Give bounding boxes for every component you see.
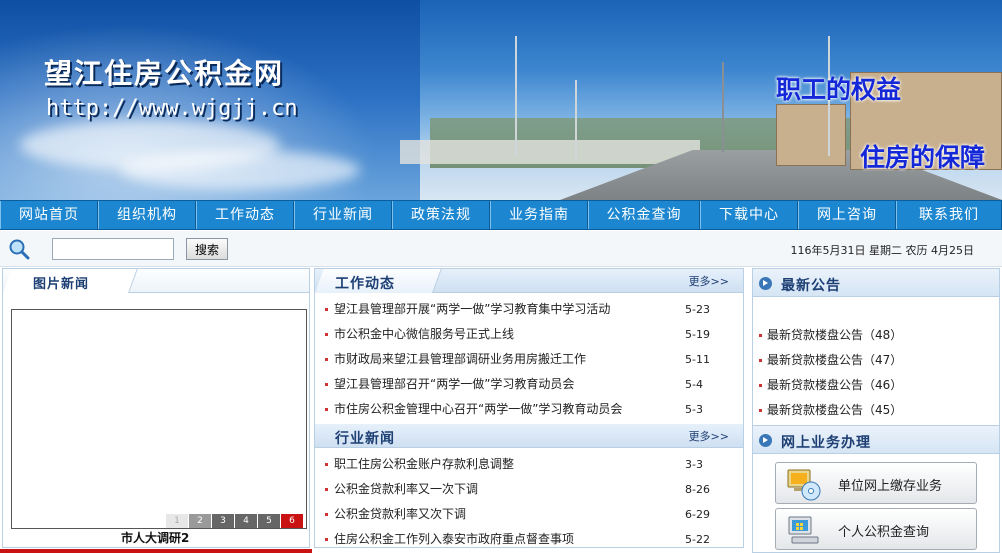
online-service-panel: 网上业务办理 单位网上缴存业务 个人公积金查询: [752, 425, 1000, 553]
news-title: 职工住房公积金账户存款利息调整: [334, 457, 515, 471]
banner-building: [776, 104, 846, 166]
work-news-title: 工作动态: [335, 276, 395, 292]
notice-item[interactable]: 最新贷款楼盘公告（47）: [759, 348, 999, 373]
notice-title: 最新公告: [781, 278, 841, 294]
nav-item-downloads[interactable]: 下载中心: [700, 201, 798, 229]
banner-slogan-2: 住房的保障: [860, 143, 986, 172]
news-item[interactable]: 公积金贷款利率又次下调 6-29: [325, 502, 743, 527]
site-title: 望江住房公积金网: [44, 57, 285, 90]
banner-wall: [400, 140, 700, 164]
personal-query-button[interactable]: 个人公积金查询: [775, 508, 977, 550]
work-news-header: 工作动态 更多>>: [315, 269, 743, 293]
search-button[interactable]: 搜索: [186, 238, 228, 260]
work-news-more-link[interactable]: 更多>>: [689, 273, 729, 289]
nav-item-business-guide[interactable]: 业务指南: [490, 201, 588, 229]
nav-item-work-news[interactable]: 工作动态: [196, 201, 294, 229]
search-bar: 搜索 116年5月31日 星期二 农历 4月25日: [0, 231, 1002, 267]
photo-page-2[interactable]: 2: [189, 514, 211, 528]
search-icon: [9, 239, 30, 260]
news-date: 8-26: [685, 483, 710, 496]
nav-item-online-consult[interactable]: 网上咨询: [798, 201, 896, 229]
photo-page-6[interactable]: 6: [281, 514, 303, 528]
nav-item-policies[interactable]: 政策法规: [392, 201, 490, 229]
banner-slogan-1: 职工的权益: [776, 75, 902, 104]
news-item[interactable]: 公积金贷款利率又一次下调 8-26: [325, 477, 743, 502]
date-display: 116年5月31日 星期二 农历 4月25日: [790, 244, 974, 257]
circle-arrow-icon: [759, 277, 772, 290]
circle-arrow-icon: [759, 434, 772, 447]
notice-list: 最新贷款楼盘公告（48） 最新贷款楼盘公告（47） 最新贷款楼盘公告（46） 最…: [753, 297, 999, 423]
photo-news-title: 图片新闻: [33, 277, 90, 292]
nav-item-organization[interactable]: 组织机构: [98, 201, 196, 229]
notice-item[interactable]: 最新贷款楼盘公告（46）: [759, 373, 999, 398]
news-title: 住房公积金工作列入泰安市政府重点督查事项: [334, 532, 575, 546]
news-title: 市财政局来望江县管理部调研业务用房搬迁工作: [334, 352, 587, 366]
banner-cloud: [120, 150, 360, 190]
computer-icon: [788, 516, 819, 544]
bottom-accent-line: [0, 549, 312, 553]
news-column: 工作动态 更多>> 望江县管理部开展“两学一做”学习教育集中学习活动 5-23 市…: [314, 268, 744, 548]
notice-item[interactable]: 最新贷款楼盘公告（48）: [759, 323, 999, 348]
photo-page-3[interactable]: 3: [212, 514, 234, 528]
photo-pager: 1 2 3 4 5 6: [165, 514, 303, 528]
banner-street-lamp: [575, 80, 577, 160]
unit-deposit-button[interactable]: 单位网上缴存业务: [775, 462, 977, 504]
photo-caption[interactable]: 市人大调研2: [121, 529, 189, 546]
news-item[interactable]: 望江县管理部召开“两学一做”学习教育动员会 5-4: [325, 372, 743, 397]
news-item[interactable]: 市住房公积金管理中心召开“两学一做”学习教育动员会 5-3: [325, 397, 743, 422]
work-news-list: 望江县管理部开展“两学一做”学习教育集中学习活动 5-23 市公积金中心微信服务号…: [315, 293, 743, 422]
photo-page-5[interactable]: 5: [258, 514, 280, 528]
banner-tower: [722, 62, 724, 152]
nav-item-home[interactable]: 网站首页: [0, 201, 98, 229]
photo-page-1[interactable]: 1: [166, 514, 188, 528]
banner-street-lamp: [515, 36, 517, 156]
photo-news-header: 图片新闻: [3, 269, 309, 293]
news-title: 市住房公积金管理中心召开“两学一做”学习教育动员会: [334, 402, 623, 416]
news-item[interactable]: 市公积金中心微信服务号正式上线 5-19: [325, 322, 743, 347]
news-item[interactable]: 职工住房公积金账户存款利息调整 3-3: [325, 452, 743, 477]
online-service-header: 网上业务办理: [753, 426, 999, 454]
news-item[interactable]: 望江县管理部开展“两学一做”学习教育集中学习活动 5-23: [325, 297, 743, 322]
news-date: 5-3: [685, 403, 703, 416]
news-date: 6-29: [685, 508, 710, 521]
industry-news-more-link[interactable]: 更多>>: [689, 428, 729, 444]
site-url: http://www.wjgjj.cn: [46, 96, 298, 121]
nav-item-industry-news[interactable]: 行业新闻: [294, 201, 392, 229]
photo-news-panel: 图片新闻 1 2 3 4 5 6 市人大调研2: [2, 268, 310, 548]
news-title: 公积金贷款利率又次下调: [334, 507, 467, 521]
news-date: 5-23: [685, 303, 710, 316]
news-date: 3-3: [685, 458, 703, 471]
computer-cd-icon: [787, 469, 821, 501]
notice-header: 最新公告: [753, 269, 999, 297]
news-date: 5-19: [685, 328, 710, 341]
industry-news-header: 行业新闻 更多>>: [315, 424, 743, 448]
news-item[interactable]: 市财政局来望江县管理部调研业务用房搬迁工作 5-11: [325, 347, 743, 372]
news-title: 市公积金中心微信服务号正式上线: [334, 327, 515, 341]
nav-item-contact[interactable]: 联系我们: [896, 201, 1002, 229]
industry-news-title: 行业新闻: [335, 431, 395, 447]
news-title: 望江县管理部开展“两学一做”学习教育集中学习活动: [334, 302, 611, 316]
header-banner: 望江住房公积金网 http://www.wjgjj.cn 职工的权益 住房的保障: [0, 0, 1002, 200]
news-title: 望江县管理部召开“两学一做”学习教育动员会: [334, 377, 575, 391]
personal-query-label: 个人公积金查询: [838, 525, 930, 540]
news-title: 公积金贷款利率又一次下调: [334, 482, 479, 496]
news-date: 5-11: [685, 353, 710, 366]
industry-news-list: 职工住房公积金账户存款利息调整 3-3 公积金贷款利率又一次下调 8-26 公积金贷…: [315, 448, 743, 552]
unit-deposit-label: 单位网上缴存业务: [838, 479, 943, 494]
news-item[interactable]: 住房公积金工作列入泰安市政府重点督查事项 5-22: [325, 527, 743, 552]
photo-page-4[interactable]: 4: [235, 514, 257, 528]
online-service-title: 网上业务办理: [781, 435, 871, 451]
main-nav: 网站首页 组织机构 工作动态 行业新闻 政策法规 业务指南 公积金查询 下载中心…: [0, 200, 1002, 230]
photo-slide[interactable]: [11, 309, 307, 529]
nav-item-fund-query[interactable]: 公积金查询: [588, 201, 700, 229]
search-input[interactable]: [52, 238, 174, 260]
notice-panel: 最新公告 最新贷款楼盘公告（48） 最新贷款楼盘公告（47） 最新贷款楼盘公告（…: [752, 268, 1000, 428]
news-date: 5-4: [685, 378, 703, 391]
notice-item[interactable]: 最新贷款楼盘公告（45）: [759, 398, 999, 423]
news-date: 5-22: [685, 533, 710, 546]
